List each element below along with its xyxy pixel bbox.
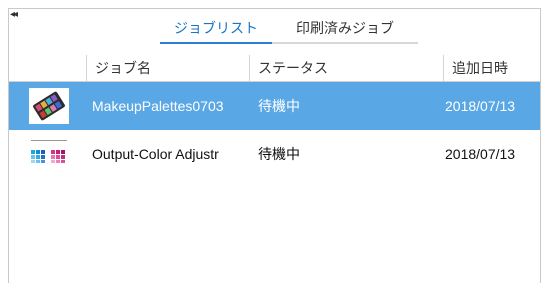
table-row[interactable]: MakeupPalettes0703 待機中 2018/07/13 bbox=[9, 82, 540, 130]
collapse-panel-button[interactable]: ◂◂ bbox=[10, 10, 18, 20]
job-thumbnail bbox=[29, 82, 73, 130]
job-name: MakeupPalettes0703 bbox=[92, 98, 224, 114]
color-chart-thumbnail-icon bbox=[29, 136, 69, 172]
job-thumbnail bbox=[29, 130, 73, 178]
job-status: 待機中 bbox=[258, 146, 300, 162]
tab-job-list[interactable]: ジョブリスト bbox=[160, 14, 272, 44]
tab-printed-jobs[interactable]: 印刷済みジョブ bbox=[272, 14, 418, 44]
column-header-job-name[interactable]: ジョブ名 bbox=[86, 55, 249, 81]
job-added-date: 2018/07/13 bbox=[445, 98, 516, 114]
job-status: 待機中 bbox=[258, 98, 300, 114]
job-name: Output-Color Adjustr bbox=[92, 146, 219, 162]
column-header-status[interactable]: ステータス bbox=[249, 55, 443, 81]
makeup-palette-thumbnail-icon bbox=[29, 88, 69, 124]
table-row[interactable]: Output-Color Adjustr 待機中 2018/07/13 bbox=[9, 130, 540, 178]
column-header-added-date[interactable]: 追加日時 bbox=[443, 55, 540, 81]
job-added-date: 2018/07/13 bbox=[445, 146, 516, 162]
column-header-thumbnail[interactable] bbox=[9, 55, 86, 81]
tab-bar: ジョブリスト 印刷済みジョブ bbox=[160, 14, 418, 46]
table-header: ジョブ名 ステータス 追加日時 bbox=[9, 55, 540, 82]
